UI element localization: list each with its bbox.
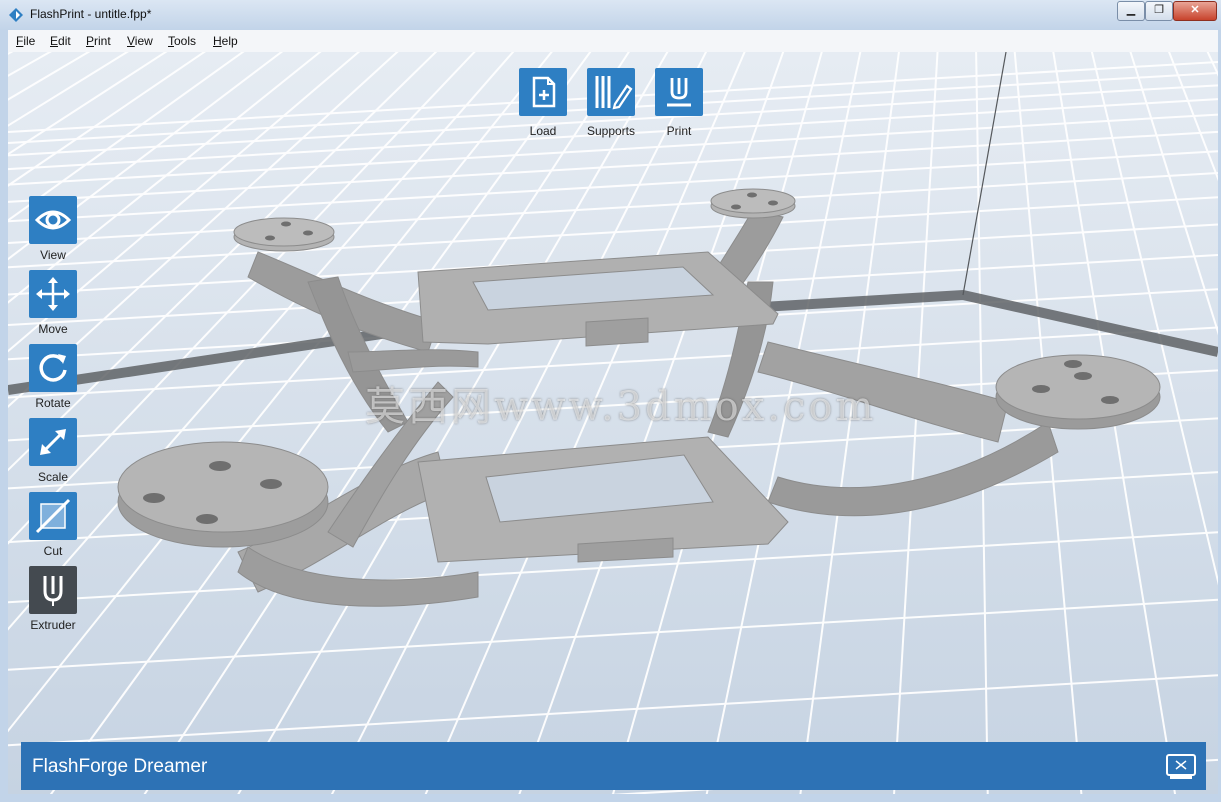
menu-edit[interactable]: Edit [50, 34, 71, 48]
move-button[interactable] [29, 270, 77, 318]
window-frame-left [0, 30, 8, 802]
view-label: View [40, 248, 66, 262]
3d-viewport[interactable]: Load Supports Print View Move Rotate Sca… [8, 52, 1218, 794]
window-title: FlashPrint - untitle.fpp* [30, 7, 152, 21]
print-button[interactable] [655, 68, 703, 116]
menu-help[interactable]: Help [213, 34, 238, 48]
menu-tools[interactable]: Tools [168, 34, 196, 48]
printer-status-icon[interactable] [1166, 753, 1196, 781]
flashprint-app-icon [9, 8, 23, 22]
scale-button[interactable] [29, 418, 77, 466]
print-label: Print [666, 124, 692, 138]
printer-status-bar[interactable]: FlashForge Dreamer [21, 742, 1206, 790]
rotate-icon [39, 354, 67, 382]
menu-file[interactable]: File [16, 34, 35, 48]
maximize-button[interactable]: ❐ [1145, 1, 1173, 21]
eye-icon [34, 210, 72, 230]
menu-view[interactable]: View [127, 34, 153, 48]
cut-icon [35, 498, 71, 534]
view-button[interactable] [29, 196, 77, 244]
print-icon [667, 78, 691, 107]
load-button[interactable] [519, 68, 567, 116]
extruder-button[interactable] [29, 566, 77, 614]
extruder-label: Extruder [30, 618, 76, 632]
supports-icon [595, 76, 633, 110]
close-button[interactable]: ✕ [1173, 1, 1217, 21]
move-arrows-icon [36, 277, 70, 311]
rotate-label: Rotate [35, 396, 71, 410]
cut-button[interactable] [29, 492, 77, 540]
minimize-button[interactable]: ▁ [1117, 1, 1145, 21]
title-bar: FlashPrint - untitle.fpp* ▁ ❐ ✕ [0, 0, 1221, 31]
watermark-text: 莫西网www.3dmox.com [365, 384, 877, 430]
printer-name: FlashForge Dreamer [32, 756, 208, 777]
window-frame-bottom [0, 794, 1221, 802]
move-label: Move [38, 322, 68, 336]
extruder-icon [43, 576, 63, 606]
supports-button[interactable] [587, 68, 635, 116]
menu-bar: File Edit Print View Tools Help [8, 30, 1218, 53]
cut-label: Cut [43, 544, 63, 558]
rotate-button[interactable] [29, 344, 77, 392]
scale-icon [40, 429, 66, 455]
scale-label: Scale [37, 470, 69, 484]
load-file-icon [532, 76, 556, 108]
menu-print[interactable]: Print [86, 34, 111, 48]
